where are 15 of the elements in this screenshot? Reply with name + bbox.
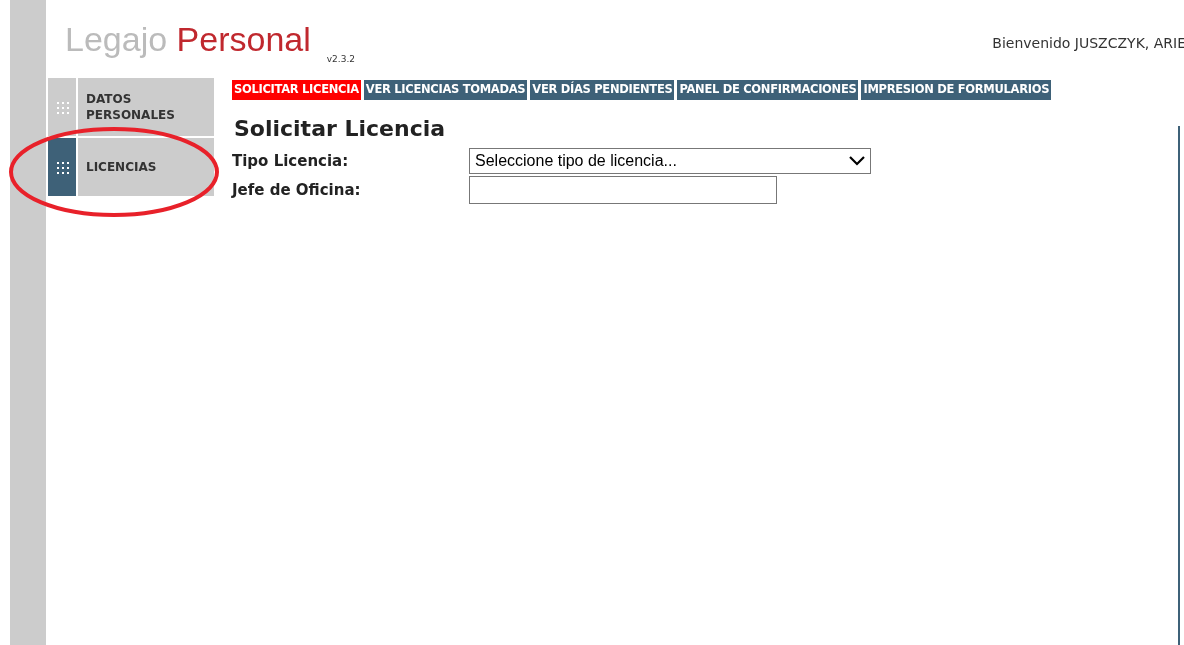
nav-tab[interactable]: IMPRESION DE FORMULARIOS [861, 80, 1052, 100]
grid-dots-icon [55, 100, 69, 114]
nav-tab[interactable]: VER DÍAS PENDIENTES [530, 80, 675, 100]
nav-tab[interactable]: SOLICITAR LICENCIA [232, 80, 361, 100]
input-field[interactable] [469, 176, 777, 204]
page-title: Solicitar Licencia [234, 115, 447, 143]
grid-dots-icon [55, 160, 69, 174]
chevron-down-icon [849, 156, 865, 166]
field-label: Jefe de Oficina: [232, 179, 362, 201]
select-field[interactable]: Seleccione tipo de licencia... [469, 148, 871, 174]
version-label: v2.3.2 [326, 52, 355, 66]
nav-tab[interactable]: PANEL DE CONFIRMACIONES [677, 80, 859, 100]
app-logo: Legajo Personal [65, 19, 311, 60]
nav-tab[interactable]: VER LICENCIAS TOMADAS [363, 80, 528, 100]
field-label: Tipo Licencia: [232, 150, 350, 172]
